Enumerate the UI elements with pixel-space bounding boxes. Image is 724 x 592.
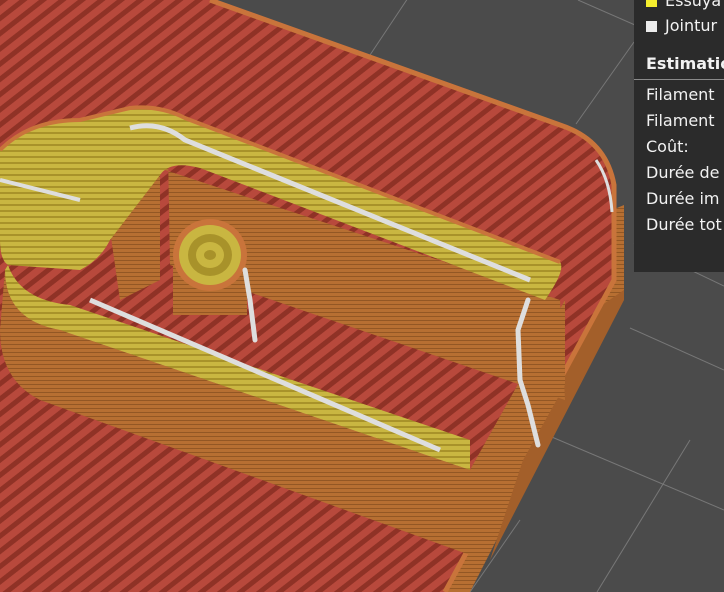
estimation-row-cost: Coût:	[646, 137, 689, 156]
estimation-row-duration-1: Durée de	[646, 163, 720, 182]
estimation-list: Filament Filament Coût: Durée de Durée i…	[646, 82, 722, 238]
legend-item-seam: Jointur	[646, 15, 717, 37]
estimation-divider	[634, 79, 724, 80]
legend-panel: Essuya Jointur Estimatio Filament Filame…	[634, 0, 724, 272]
estimation-row-filament-length: Filament	[646, 85, 715, 104]
estimation-row-duration-print: Durée im	[646, 189, 720, 208]
estimation-title: Estimatio	[646, 54, 724, 73]
preview-canvas[interactable]	[0, 0, 724, 592]
estimation-row-duration-total: Durée tot	[646, 215, 722, 234]
seam-color-swatch	[646, 21, 657, 32]
boss-cylinder	[173, 219, 247, 315]
estimation-row-filament-weight: Filament	[646, 111, 715, 130]
legend-item-wipe: Essuya	[646, 0, 721, 12]
legend-label-wipe: Essuya	[665, 0, 722, 10]
gcode-preview-viewport[interactable]	[0, 0, 724, 592]
legend-label-seam: Jointur	[665, 16, 718, 35]
wipe-color-swatch	[646, 0, 657, 7]
